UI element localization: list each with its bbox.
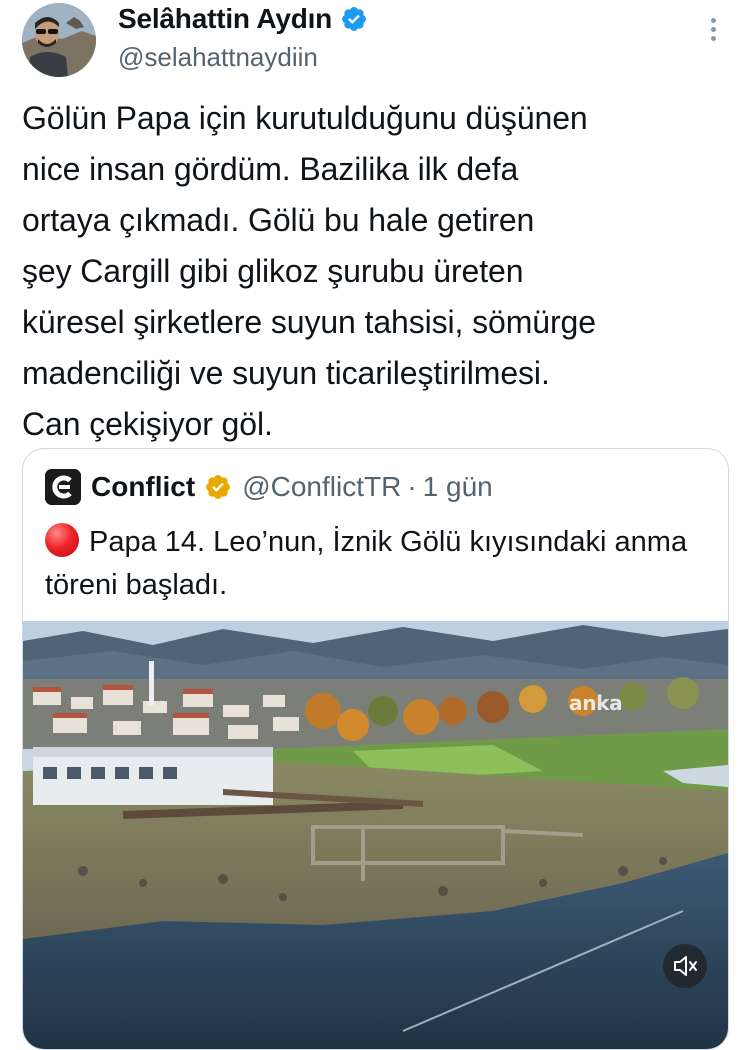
red-circle-icon	[45, 523, 79, 557]
more-vertical-icon[interactable]	[703, 18, 723, 46]
tweet-header: Selâhattin Aydın @selahattnaydiin	[0, 0, 750, 90]
tweet-text: Gölün Papa için kurutulduğunu düşünen ni…	[22, 100, 596, 442]
verified-badge-icon	[342, 7, 367, 31]
dot-separator: ·	[407, 471, 417, 502]
media-watermark: anka	[569, 691, 623, 715]
conflict-logo-icon	[45, 469, 81, 505]
quoted-display-name[interactable]: Conflict	[91, 471, 195, 503]
avatar-photo	[22, 3, 96, 77]
quoted-tweet-card[interactable]: Conflict @ConflictTR · 1 gün Papa 14. Le…	[22, 448, 729, 1050]
quoted-tweet-header: Conflict @ConflictTR · 1 gün	[45, 469, 493, 505]
speaker-muted-icon[interactable]	[663, 944, 707, 988]
gold-verified-badge-icon	[206, 475, 231, 499]
lake-aerial-photo	[23, 621, 728, 1049]
quoted-tweet-body: Papa 14. Leo’nun, İznik Gölü kıyısındaki…	[45, 526, 688, 601]
quoted-video-thumbnail[interactable]: anka	[23, 621, 728, 1049]
author-handle[interactable]: @selahattnaydiin	[118, 42, 318, 73]
quoted-tweet-text: Papa 14. Leo’nun, İznik Gölü kıyısındaki…	[45, 521, 715, 607]
author-name-row[interactable]: Selâhattin Aydın	[118, 2, 368, 36]
quoted-handle[interactable]: @ConflictTR	[242, 471, 401, 503]
quoted-timestamp[interactable]: 1 gün	[423, 471, 493, 503]
author-avatar[interactable]	[22, 3, 96, 77]
author-display-name[interactable]: Selâhattin Aydın	[118, 3, 332, 35]
